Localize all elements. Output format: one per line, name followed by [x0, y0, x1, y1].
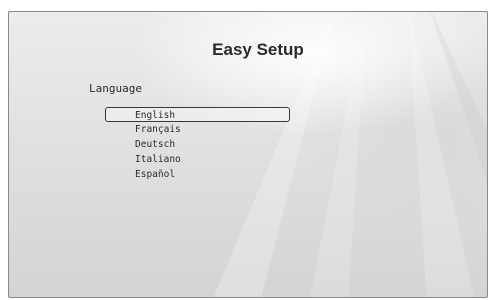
language-option-espanol[interactable]: Español [105, 167, 290, 182]
language-options-list: English Français Deutsch Italiano Españo… [105, 107, 290, 182]
language-option-italiano[interactable]: Italiano [105, 152, 290, 167]
language-option-english[interactable]: English [105, 107, 290, 122]
setup-screen: Easy Setup Language English Français Deu… [8, 11, 488, 298]
language-option-deutsch[interactable]: Deutsch [105, 137, 290, 152]
language-option-francais[interactable]: Français [105, 122, 290, 137]
page-title: Easy Setup [212, 40, 304, 59]
language-label: Language [89, 82, 142, 95]
